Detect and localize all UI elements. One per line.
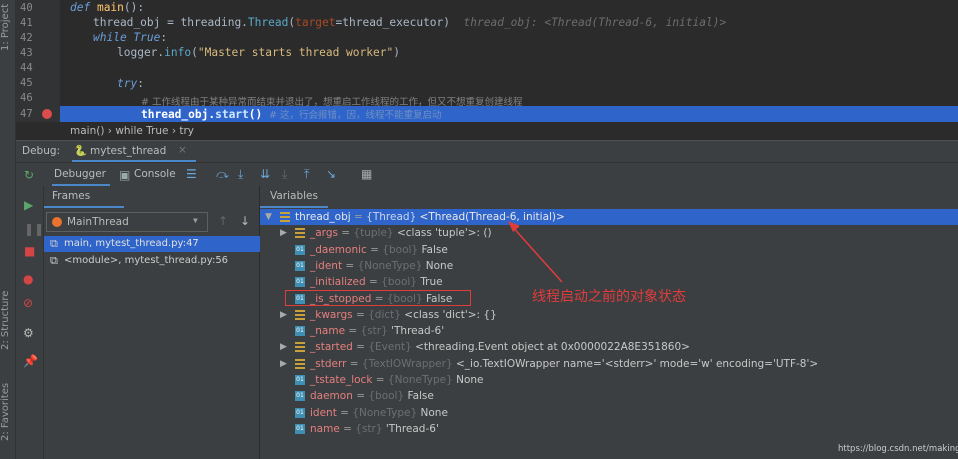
- annotation-text: 线程启动之前的对象状态: [532, 289, 686, 305]
- breadcrumb-item[interactable]: while True: [115, 125, 168, 137]
- variable-row[interactable]: ▶ _kwargs = {dict} <class 'dict'>: {}: [260, 307, 958, 323]
- object-icon: [295, 342, 305, 353]
- primitive-icon: 01: [295, 375, 305, 385]
- variable-row[interactable]: ▶ _args = {tuple} <class 'tuple'>: (): [260, 225, 958, 241]
- variable-row[interactable]: 01 _tstate_lock = {NoneType} None: [260, 372, 958, 388]
- line-number: 40: [20, 2, 33, 14]
- python-icon: 🐍: [74, 145, 88, 157]
- variables-title: Variables: [270, 190, 318, 202]
- step-out-icon[interactable]: ⤒: [304, 167, 309, 181]
- pause-icon[interactable]: ❚❚: [24, 222, 44, 236]
- code-line: def main():: [70, 1, 145, 14]
- step-over-icon[interactable]: ⤓: [238, 167, 243, 181]
- frame-item[interactable]: ⧉ main, mytest_thread.py:47: [44, 236, 260, 252]
- rerun-icon[interactable]: ↻: [24, 168, 34, 182]
- settings-icon[interactable]: ⚙: [23, 326, 34, 340]
- inline-value-hint: thread_obj: <Thread(Thread-6, initial)>: [463, 16, 727, 29]
- object-icon: [295, 358, 305, 369]
- breadcrumb: main() › while True › try: [60, 122, 958, 140]
- variable-row[interactable]: ▶ _started = {Event} <threading.Event obj…: [260, 339, 958, 355]
- step-into-icon[interactable]: ⇊: [260, 167, 270, 181]
- previous-frame-icon[interactable]: ↑: [218, 214, 228, 228]
- line-number: 47: [20, 108, 33, 120]
- resume-icon[interactable]: ▶: [24, 198, 33, 212]
- code-line: try:: [117, 77, 144, 90]
- frame-icon: ⧉: [50, 254, 58, 267]
- frames-title: Frames: [52, 190, 91, 202]
- variable-row[interactable]: 01 _daemonic = {bool} False: [260, 242, 958, 258]
- code-comment: # 工作线程由于某种异常而结束并退出了，想重启工作线程的工作，但又不想重复创建线…: [141, 97, 523, 108]
- menu-icon[interactable]: ☰: [186, 167, 197, 181]
- object-icon: [280, 212, 290, 222]
- expand-icon[interactable]: ▶: [280, 339, 287, 355]
- tab-project[interactable]: 1: Project: [0, 2, 16, 52]
- debug-tool-window-header: Debug: 🐍 mytest_thread ×: [16, 140, 958, 162]
- watermark: https://blog.csdn.net/makingLJ: [838, 444, 958, 454]
- variable-row[interactable]: 01 ident = {NoneType} None: [260, 405, 958, 421]
- tab-favorites[interactable]: 2: Favorites: [0, 372, 16, 452]
- run-to-cursor-icon[interactable]: ↘: [326, 167, 336, 181]
- collapse-icon[interactable]: ▼: [265, 209, 272, 225]
- expand-icon[interactable]: ▶: [280, 356, 287, 372]
- line-number: 43: [20, 47, 33, 59]
- debug-label: Debug:: [22, 145, 61, 157]
- tab-console[interactable]: Console: [134, 168, 176, 180]
- line-number: 42: [20, 32, 33, 44]
- left-tool-strip: 1: Project 2: Structure 2: Favorites: [0, 0, 16, 459]
- show-execution-point-icon[interactable]: ⤼: [216, 167, 229, 181]
- line-number: 45: [20, 77, 33, 89]
- line-number: 44: [20, 62, 33, 74]
- close-icon[interactable]: ×: [178, 144, 187, 156]
- breadcrumb-item[interactable]: main(): [70, 125, 104, 137]
- chevron-down-icon: ▼: [193, 216, 198, 225]
- expand-icon[interactable]: ▶: [280, 225, 287, 241]
- debug-actions-column: ▶ ❚❚ ■ ● ⊘ ⚙ 📌: [16, 186, 44, 459]
- view-breakpoints-icon[interactable]: ●: [23, 272, 33, 286]
- object-icon: [295, 309, 305, 320]
- primitive-icon: 01: [295, 260, 305, 271]
- pin-icon[interactable]: 📌: [23, 354, 38, 368]
- highlight-box: [285, 290, 471, 306]
- object-icon: [295, 228, 305, 239]
- primitive-icon: 01: [295, 407, 305, 418]
- debug-toolbar: ↻ Debugger ▣ Console ☰ ⤼ ⤓ ⇊ ⤓ ⤒ ↘ ▦: [16, 162, 958, 186]
- thread-icon: [52, 217, 62, 227]
- code-line: thread_obj = threading.Thread(target=thr…: [93, 16, 727, 29]
- variable-row[interactable]: 01 name = {str} 'Thread-6': [260, 421, 958, 437]
- annotation-arrow: [508, 221, 563, 283]
- force-step-into-icon[interactable]: ⤓: [282, 167, 287, 181]
- breakpoint-icon[interactable]: [42, 109, 52, 119]
- breadcrumb-item[interactable]: try: [179, 125, 194, 137]
- variable-row[interactable]: ▶ _stderr = {TextIOWrapper} <_io.TextIOWr…: [260, 356, 958, 372]
- expand-icon[interactable]: ▶: [280, 307, 287, 323]
- mute-breakpoints-icon[interactable]: ⊘: [23, 296, 33, 310]
- frame-item[interactable]: ⧉ <module>, mytest_thread.py:56: [44, 253, 260, 269]
- variables-panel: Variables ▼ thread_obj = {Thread} <Thread…: [260, 186, 958, 459]
- primitive-icon: 01: [295, 244, 305, 255]
- frames-panel: Frames MainThread ▼ ↑ ↓ ⧉ main, mytest_t…: [44, 186, 260, 459]
- variable-row[interactable]: 01 _ident = {NoneType} None: [260, 258, 958, 274]
- code-line: logger.info("Master starts thread worker…: [117, 46, 400, 59]
- variable-row[interactable]: 01 _name = {str} 'Thread-6': [260, 323, 958, 339]
- next-frame-icon[interactable]: ↓: [240, 214, 250, 228]
- tab-structure[interactable]: 2: Structure: [0, 280, 16, 360]
- variable-row[interactable]: 01 daemon = {bool} False: [260, 388, 958, 404]
- console-icon: ▣: [119, 168, 131, 182]
- primitive-icon: 01: [295, 326, 305, 337]
- tab-mytest-thread[interactable]: 🐍 mytest_thread ×: [72, 141, 196, 162]
- stop-icon[interactable]: ■: [24, 244, 35, 258]
- line-number: 46: [20, 92, 33, 104]
- tab-debugger[interactable]: Debugger: [52, 163, 110, 186]
- code-line: while True:: [93, 31, 168, 44]
- thread-selector[interactable]: MainThread ▼: [46, 212, 208, 232]
- variable-row[interactable]: ▼ thread_obj = {Thread} <Thread(Thread-6,…: [260, 209, 958, 225]
- frame-icon: ⧉: [50, 237, 58, 250]
- line-number: 41: [20, 17, 33, 29]
- primitive-icon: 01: [295, 277, 305, 288]
- evaluate-expression-icon[interactable]: ▦: [361, 167, 372, 181]
- primitive-icon: 01: [295, 391, 305, 402]
- primitive-icon: 01: [295, 423, 305, 434]
- code-line: thread_obj.start() # 这，行会报错，因，线程不能重复启动: [141, 108, 442, 121]
